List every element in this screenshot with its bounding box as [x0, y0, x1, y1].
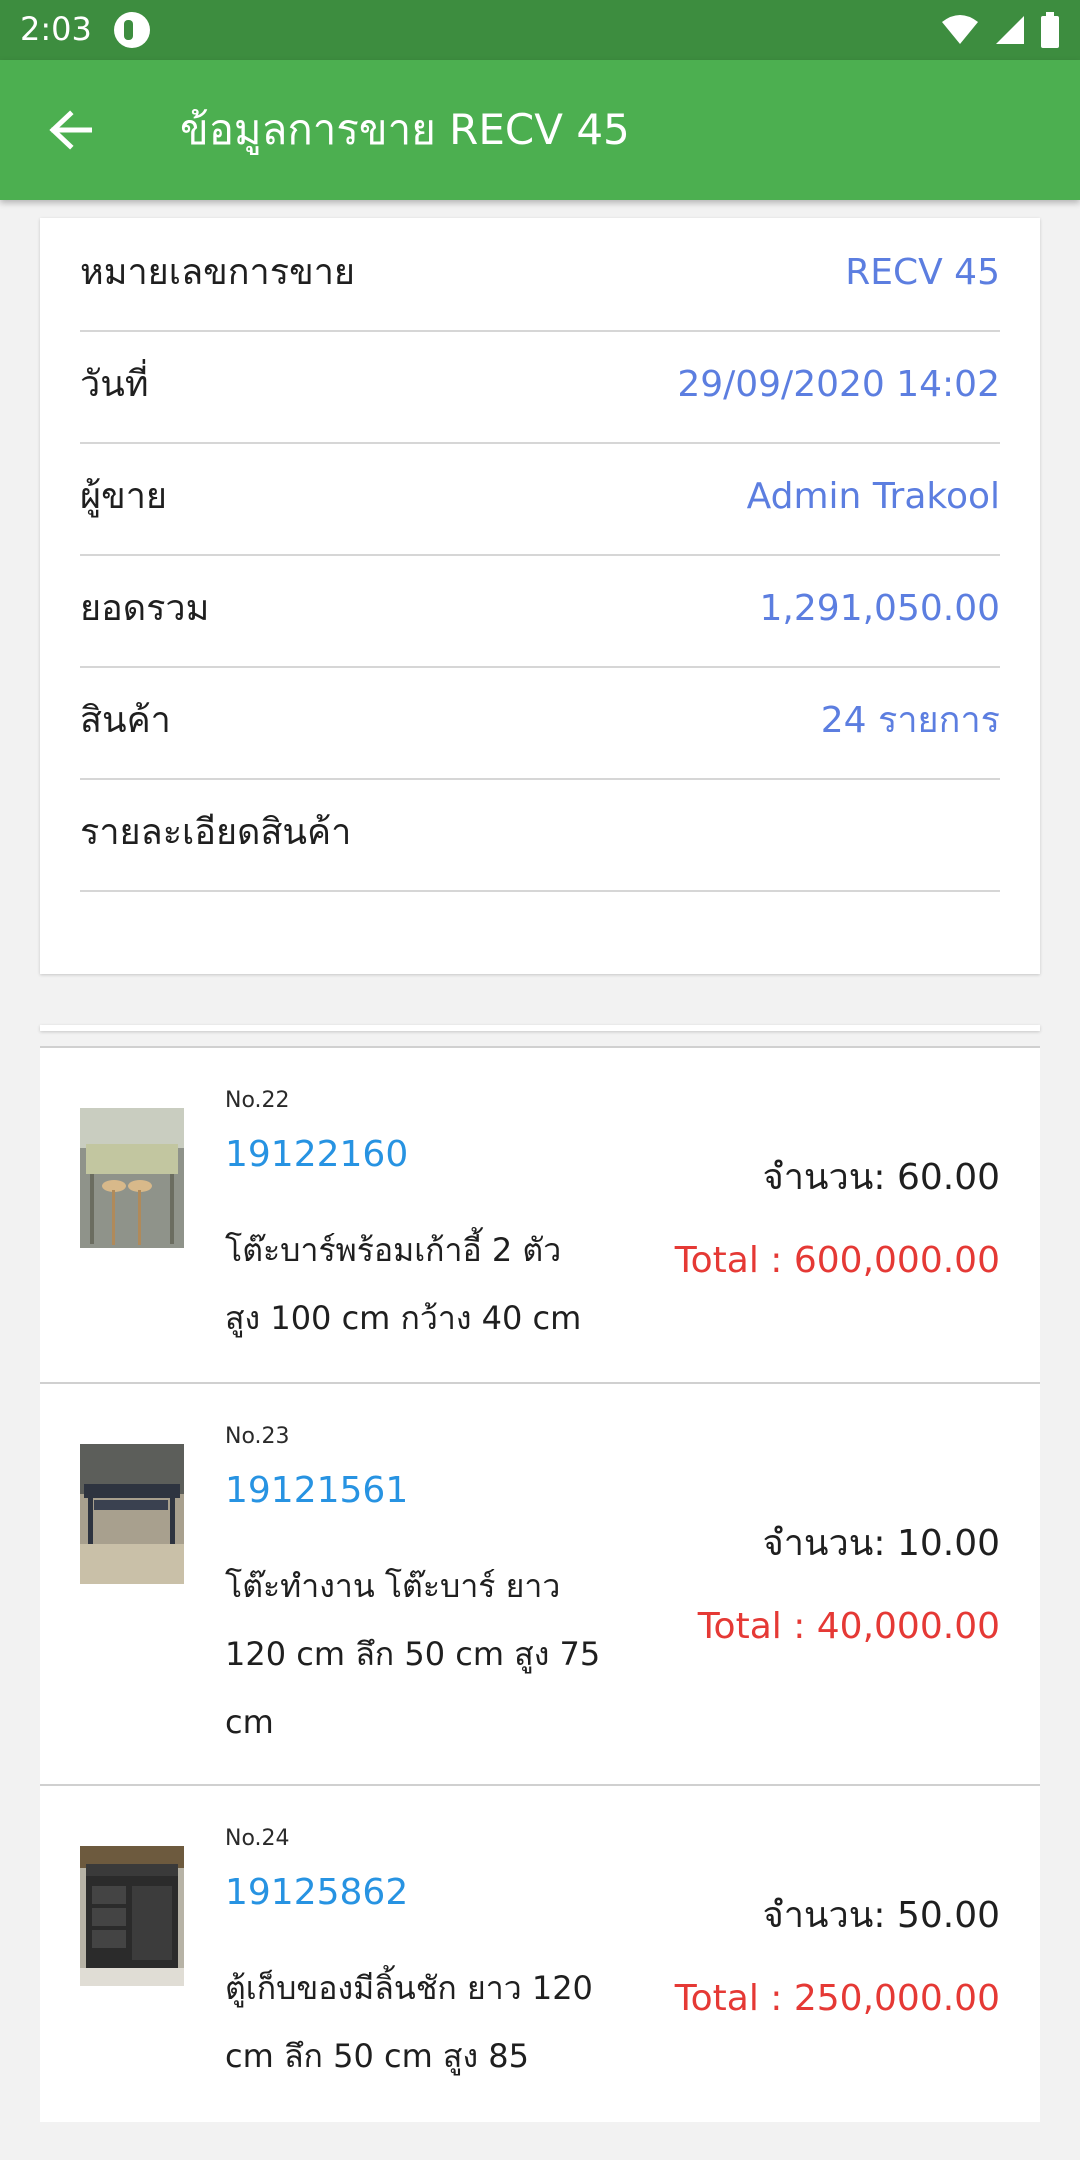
info-row-sale-number: หมายเลขการขาย RECV 45	[80, 218, 1000, 332]
info-label: ผู้ขาย	[80, 476, 168, 517]
info-value: 1,291,050.00	[759, 588, 1000, 629]
page-title: ข้อมูลการขาย RECV 45	[180, 105, 630, 154]
info-value: Admin Trakool	[746, 476, 1000, 517]
item-total: Total : 40,000.00	[697, 1606, 1000, 1647]
info-row-products: สินค้า 24 รายการ	[80, 666, 1000, 780]
item-description-line: สูง 100 cm กว้าง 40 cm	[225, 1299, 582, 1337]
list-item[interactable]: No.23 19121561 โต๊ะทำงาน โต๊ะบาร์ ยาว 12…	[40, 1382, 1040, 1786]
item-code[interactable]: 19125862	[225, 1872, 408, 1913]
item-description: โต๊ะบาร์พร้อมเก้าอี้ 2 ตัว สูง 100 cm กว…	[225, 1216, 625, 1352]
item-quantity: จำนวน: 10.00	[762, 1523, 1000, 1564]
item-description-line: ตู้เก็บของมีลิ้นชัก ยาว 120	[225, 1969, 593, 2007]
item-quantity: จำนวน: 50.00	[762, 1895, 1000, 1936]
wifi-icon	[942, 15, 978, 44]
info-value: RECV 45	[845, 252, 1000, 293]
item-description-line: โต๊ะบาร์พร้อมเก้าอี้ 2 ตัว	[225, 1231, 562, 1269]
list-item[interactable]: No.24 19125862 ตู้เก็บของมีลิ้นชัก ยาว 1…	[40, 1784, 1040, 2122]
item-code[interactable]: 19121561	[225, 1470, 408, 1511]
item-total: Total : 600,000.00	[674, 1240, 1000, 1281]
section-divider	[40, 1025, 1040, 1031]
item-number: No.22	[225, 1088, 290, 1113]
arrow-left-icon	[49, 110, 92, 150]
app-bar: ข้อมูลการขาย RECV 45	[0, 60, 1080, 200]
product-image	[80, 1846, 184, 1986]
app-notification-icon	[114, 12, 150, 48]
info-label: ยอดรวม	[80, 588, 210, 629]
item-description: ตู้เก็บของมีลิ้นชัก ยาว 120 cm ลึก 50 cm…	[225, 1954, 625, 2090]
info-label: หมายเลขการขาย	[80, 252, 356, 293]
item-description-line: 120 cm ลึก 50 cm สูง 75	[225, 1635, 601, 1673]
info-value: 29/09/2020 14:02	[677, 364, 1000, 405]
info-value: 24 รายการ	[820, 700, 1000, 741]
info-label: สินค้า	[80, 700, 171, 741]
item-number: No.23	[225, 1424, 290, 1449]
product-image	[80, 1108, 184, 1248]
info-row-date: วันที่ 29/09/2020 14:02	[80, 330, 1000, 444]
signal-icon	[996, 16, 1024, 44]
battery-icon	[1041, 12, 1059, 48]
item-description-line: โต๊ะทำงาน โต๊ะบาร์ ยาว	[225, 1567, 561, 1605]
back-button[interactable]	[40, 105, 100, 155]
info-row-total: ยอดรวม 1,291,050.00	[80, 554, 1000, 668]
list-item[interactable]: No.22 19122160 โต๊ะบาร์พร้อมเก้าอี้ 2 ตั…	[40, 1046, 1040, 1384]
item-total: Total : 250,000.00	[674, 1978, 1000, 2019]
status-time: 2:03	[20, 10, 92, 48]
item-quantity: จำนวน: 60.00	[762, 1157, 1000, 1198]
item-number: No.24	[225, 1826, 290, 1851]
item-description-line: cm	[225, 1703, 274, 1741]
product-image	[80, 1444, 184, 1584]
info-row-product-details: รายละเอียดสินค้า	[80, 778, 1000, 892]
info-label: วันที่	[80, 364, 149, 405]
item-description-line: cm ลึก 50 cm สูง 85	[225, 2037, 529, 2075]
item-code[interactable]: 19122160	[225, 1134, 408, 1175]
status-bar: 2:03	[0, 0, 1080, 60]
info-row-seller: ผู้ขาย Admin Trakool	[80, 442, 1000, 556]
item-description: โต๊ะทำงาน โต๊ะบาร์ ยาว 120 cm ลึก 50 cm …	[225, 1552, 625, 1756]
sale-info-card: หมายเลขการขาย RECV 45 วันที่ 29/09/2020 …	[40, 218, 1040, 974]
info-label: รายละเอียดสินค้า	[80, 812, 352, 853]
status-icons	[940, 10, 1060, 50]
